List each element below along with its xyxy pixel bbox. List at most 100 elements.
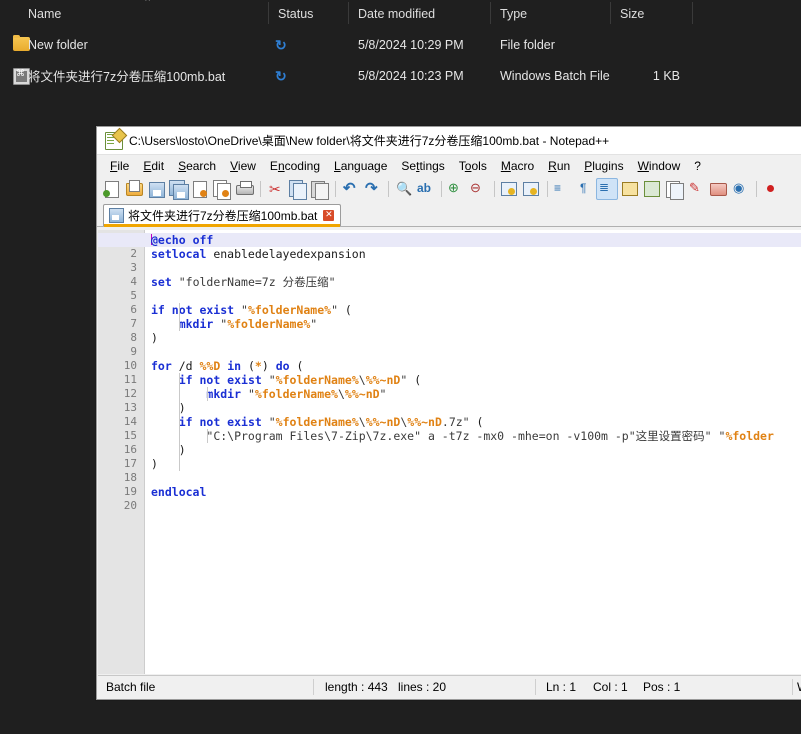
record-macro-icon[interactable] — [761, 179, 781, 199]
paste-icon[interactable] — [309, 179, 329, 200]
new-file-icon[interactable] — [102, 179, 122, 199]
menu-item-plugins[interactable]: Plugins — [577, 157, 630, 175]
code-token-kw: setlocal — [151, 247, 207, 261]
menu-item-macro[interactable]: Macro — [494, 157, 541, 175]
tool-bar[interactable]: ✂ ↶ ↷ 🔍 ab ⊕ ⊖ ≡ ¶ ≣ ✎ ◉ — [97, 176, 801, 202]
save-all-icon[interactable] — [168, 179, 189, 200]
undo-icon[interactable]: ↶ — [340, 179, 360, 199]
copy-icon[interactable] — [287, 179, 307, 200]
code-token-pun: enabledelayedexpansion — [206, 247, 366, 261]
status-bar: Batch file length : 443 lines : 20 Ln : … — [98, 675, 801, 698]
code-editor[interactable]: 1234567891011121314151617181920 @echo of… — [98, 230, 801, 674]
line-number: 15 — [123, 429, 137, 442]
column-header-status[interactable]: Status — [278, 0, 313, 27]
column-header-date-modified[interactable]: Date modified — [358, 0, 435, 27]
menu-item-tools[interactable]: Tools — [452, 157, 494, 175]
code-token-str: "folderName=7z 分卷压缩" — [178, 275, 336, 289]
code-token-pun — [262, 373, 269, 387]
document-tab-bar[interactable]: 将文件夹进行7z分卷压缩100mb.bat ✕ — [97, 202, 801, 227]
code-token-var: %folderName% — [247, 303, 332, 317]
code-token-var: %%~nD — [407, 415, 442, 429]
line-number: 4 — [130, 275, 137, 288]
menu-item-settings[interactable]: Settings — [394, 157, 451, 175]
column-divider[interactable] — [692, 2, 693, 24]
menu-item-window[interactable]: Window — [631, 157, 688, 175]
close-file-icon[interactable] — [190, 179, 210, 199]
zoom-out-icon[interactable]: ⊖ — [468, 179, 488, 199]
code-token-pun: ) — [261, 359, 276, 373]
menu-item-view[interactable]: View — [223, 157, 263, 175]
folder-as-workspace-icon[interactable] — [708, 179, 728, 199]
close-all-files-icon[interactable] — [212, 179, 232, 200]
code-line: for /d %%D in (*) do ( — [151, 359, 303, 373]
cut-icon[interactable]: ✂ — [265, 179, 285, 199]
close-icon[interactable]: ✕ — [323, 210, 335, 221]
function-list-icon[interactable] — [664, 179, 684, 200]
toolbar-separator — [335, 181, 336, 197]
code-token-var: %%~nD — [365, 373, 401, 387]
sync-vertical-scroll-icon[interactable] — [499, 179, 519, 199]
file-name: New folder — [28, 37, 88, 52]
code-token-kw: mkdir — [206, 387, 242, 401]
column-divider[interactable] — [610, 2, 611, 24]
toolbar-separator — [756, 181, 757, 197]
column-divider[interactable] — [348, 2, 349, 24]
document-map-icon[interactable] — [642, 179, 662, 199]
sync-icon: ↻ — [275, 36, 287, 53]
menu-item-file[interactable]: File — [103, 157, 136, 175]
column-header-name[interactable]: Name — [28, 0, 61, 27]
line-number: 20 — [123, 499, 137, 512]
line-number: 18 — [123, 471, 137, 484]
code-line: @echo off — [151, 233, 213, 247]
code-token-var: %folderName% — [227, 317, 311, 331]
column-header-size[interactable]: Size — [620, 0, 644, 27]
column-header-type[interactable]: Type — [500, 0, 527, 27]
document-switcher-icon[interactable]: ✎ — [686, 179, 706, 199]
open-file-icon[interactable] — [124, 179, 144, 199]
line-number: 7 — [130, 317, 137, 330]
toolbar-separator — [260, 181, 261, 197]
column-divider[interactable] — [490, 2, 491, 24]
code-token-str: .7z" — [441, 415, 470, 429]
menu-item-run[interactable]: Run — [541, 157, 577, 175]
user-defined-dialog-icon[interactable] — [620, 179, 640, 199]
menu-item-language[interactable]: Language — [327, 157, 394, 175]
code-text-area[interactable]: @echo off setlocal enabledelayedexpansion… — [98, 230, 801, 674]
replace-icon[interactable]: ab — [415, 179, 435, 199]
show-all-characters-icon[interactable]: ¶ — [574, 179, 594, 199]
table-row[interactable]: 将文件夹进行7z分卷压缩100mb.bat ↻ 5/8/2024 10:23 PM W… — [0, 60, 801, 91]
table-row[interactable]: New folder ↻ 5/8/2024 10:29 PM File folder — [0, 29, 801, 60]
code-token-pun — [234, 303, 241, 317]
column-divider[interactable] — [268, 2, 269, 24]
code-token-kw: in — [227, 359, 242, 373]
file-type: File folder — [500, 37, 555, 52]
file-name: 将文件夹进行7z分卷压缩100mb.bat — [28, 70, 226, 84]
notepadpp-window: C:\Users\losto\OneDrive\桌面\New folder\将文… — [96, 126, 801, 700]
menu-item-edit[interactable]: Edit — [136, 157, 171, 175]
zoom-in-icon[interactable]: ⊕ — [446, 179, 466, 199]
save-icon[interactable] — [146, 179, 166, 199]
monitoring-icon[interactable]: ◉ — [730, 179, 750, 199]
word-wrap-icon[interactable]: ≡ — [552, 179, 572, 199]
menu-bar[interactable]: File Edit Search View Encoding Language Settin… — [97, 155, 801, 176]
toolbar-separator — [547, 181, 548, 197]
menu-item-search[interactable]: Search — [171, 157, 223, 175]
code-token-pun — [151, 373, 179, 387]
code-token-pun: ( — [338, 303, 352, 317]
print-icon[interactable] — [234, 179, 254, 199]
status-divider-3 — [792, 679, 793, 695]
code-token-var: %folderName% — [254, 387, 338, 401]
window-title-bar[interactable]: C:\Users\losto\OneDrive\桌面\New folder\将文… — [97, 127, 801, 155]
code-token-str: " — [268, 373, 276, 387]
menu-item-help[interactable]: ? — [687, 157, 708, 175]
sync-horizontal-scroll-icon[interactable] — [521, 179, 541, 199]
indent-guideline-icon[interactable]: ≣ — [596, 178, 618, 200]
line-number: 2 — [130, 247, 137, 260]
find-icon[interactable]: 🔍 — [393, 179, 413, 199]
tab-active-document[interactable]: 将文件夹进行7z分卷压缩100mb.bat ✕ — [103, 204, 342, 227]
code-line: ) — [151, 457, 158, 471]
line-number: 12 — [123, 387, 137, 400]
menu-item-encoding[interactable]: Encoding — [263, 157, 327, 175]
status-col: Col : 1 — [593, 680, 628, 694]
redo-icon[interactable]: ↷ — [362, 179, 382, 199]
